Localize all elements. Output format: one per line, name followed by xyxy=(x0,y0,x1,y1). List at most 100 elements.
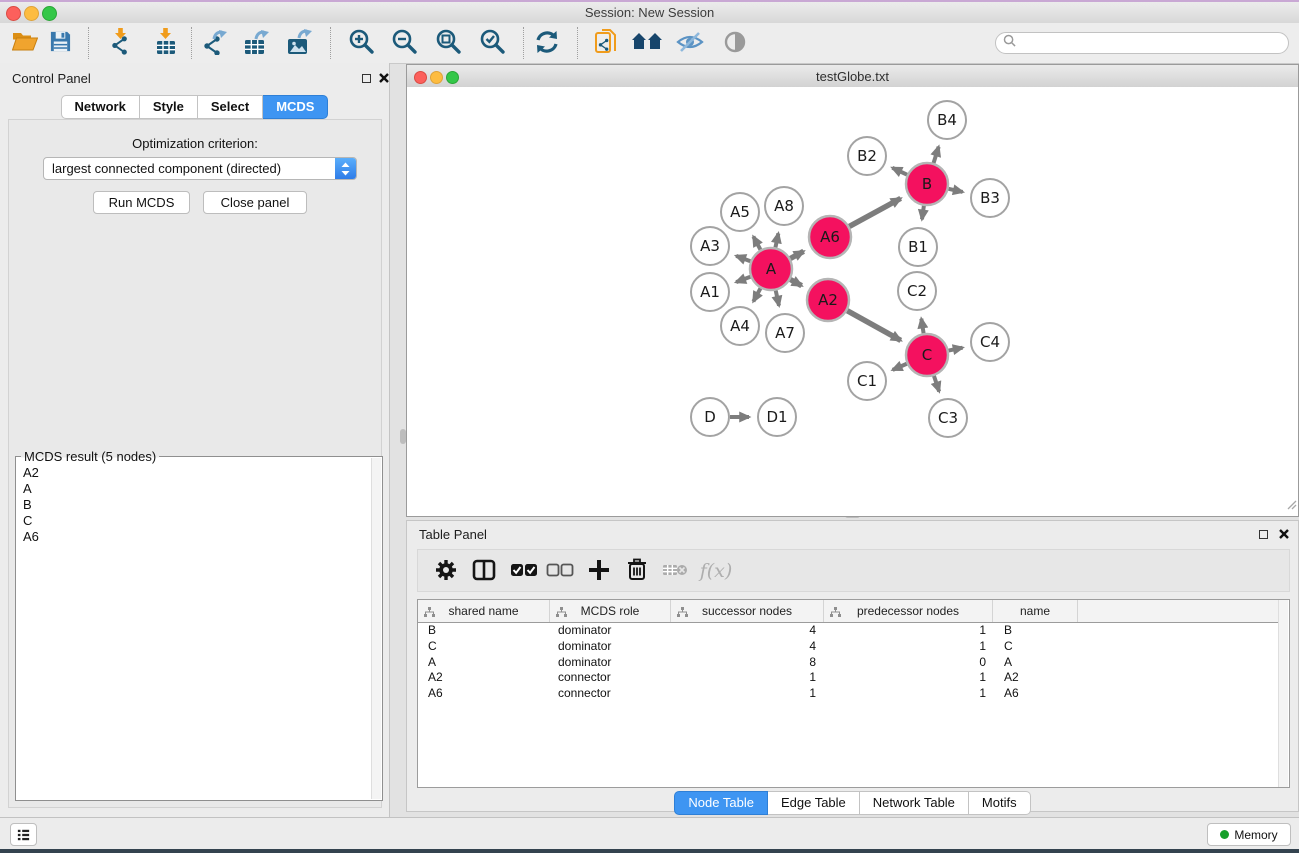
graph-node-A5[interactable]: A5 xyxy=(721,193,759,231)
table-cell[interactable]: connector xyxy=(550,685,671,701)
zoom-fit-button[interactable] xyxy=(431,27,465,59)
export-table-button[interactable] xyxy=(240,27,274,59)
network-view-window[interactable]: testGlobe.txt AA1A2A3A4A5A6A7A8BB1B2B3B4… xyxy=(406,64,1299,517)
table-scrollbar[interactable] xyxy=(1278,600,1288,787)
edge-A-A8[interactable] xyxy=(775,233,778,247)
table-settings-button[interactable] xyxy=(429,555,463,587)
table-cell[interactable]: 1 xyxy=(671,685,824,701)
mcds-result-item[interactable]: A2 xyxy=(17,465,372,481)
table-cell[interactable]: 1 xyxy=(824,669,993,685)
graph-node-B1[interactable]: B1 xyxy=(899,228,937,266)
add-column-button[interactable] xyxy=(582,555,616,587)
function-builder-button[interactable]: f(x) xyxy=(696,555,736,587)
table-row-A6[interactable]: A6connector11A6 xyxy=(418,685,1280,701)
run-mcds-button[interactable]: Run MCDS xyxy=(93,191,190,214)
save-session-button[interactable] xyxy=(43,27,77,59)
zoom-out-button[interactable] xyxy=(387,27,421,59)
edge-C-C3[interactable] xyxy=(934,376,939,392)
tab-network[interactable]: Network xyxy=(61,95,140,119)
mcds-result-item[interactable]: A xyxy=(17,481,372,497)
tab-network-table[interactable]: Network Table xyxy=(860,791,969,815)
graph-node-A7[interactable]: A7 xyxy=(766,314,804,352)
table-panel-float-icon[interactable] xyxy=(1259,530,1268,539)
deselect-all-check-button[interactable] xyxy=(543,555,577,587)
table-cell[interactable]: 4 xyxy=(671,638,824,654)
column-header-successor-nodes[interactable]: successor nodes xyxy=(671,600,824,622)
table-cell[interactable]: dominator xyxy=(550,622,671,638)
graph-node-A3[interactable]: A3 xyxy=(691,227,729,265)
table-panel-close-icon[interactable] xyxy=(1277,528,1290,541)
table-cell[interactable]: 1 xyxy=(824,622,993,638)
control-panel-float-icon[interactable] xyxy=(362,74,371,83)
refresh-network-button[interactable] xyxy=(530,27,564,59)
graph-node-C4[interactable]: C4 xyxy=(971,323,1009,361)
graph-node-B3[interactable]: B3 xyxy=(971,179,1009,217)
graph-node-B4[interactable]: B4 xyxy=(928,101,966,139)
graph-node-C1[interactable]: C1 xyxy=(848,362,886,400)
table-cell[interactable]: A6 xyxy=(418,685,550,701)
tab-edge-table[interactable]: Edge Table xyxy=(768,791,860,815)
show-panels-button[interactable] xyxy=(10,823,37,846)
tab-mcds[interactable]: MCDS xyxy=(263,95,328,119)
tab-style[interactable]: Style xyxy=(140,95,198,119)
import-table-button[interactable] xyxy=(149,27,183,59)
network-canvas[interactable]: AA1A2A3A4A5A6A7A8BB1B2B3B4CC1C2C3C4DD1 xyxy=(407,87,1298,516)
graph-node-C2[interactable]: C2 xyxy=(898,272,936,310)
resize-grip-icon[interactable] xyxy=(1285,497,1297,515)
graph-node-A4[interactable]: A4 xyxy=(721,307,759,345)
table-cell[interactable]: 1 xyxy=(671,669,824,685)
graph-node-A8[interactable]: A8 xyxy=(765,187,803,225)
table-cell[interactable]: A2 xyxy=(418,669,550,685)
edge-A-A6[interactable] xyxy=(790,251,803,258)
edge-A-A1[interactable] xyxy=(736,277,750,282)
edge-C-C4[interactable] xyxy=(949,348,963,351)
column-header-MCDS-role[interactable]: MCDS role xyxy=(550,600,671,622)
hide-selected-button[interactable] xyxy=(673,27,707,59)
table-cell[interactable]: B xyxy=(993,622,1078,638)
search-field[interactable] xyxy=(995,32,1289,54)
search-input[interactable] xyxy=(1020,35,1288,51)
table-cell[interactable]: C xyxy=(418,638,550,654)
control-panel-close-icon[interactable] xyxy=(377,72,390,85)
column-header-predecessor-nodes[interactable]: predecessor nodes xyxy=(824,600,993,622)
export-network-button[interactable] xyxy=(198,27,232,59)
edge-C-C1[interactable] xyxy=(893,364,907,370)
graph-node-D[interactable]: D xyxy=(691,398,729,436)
edge-B-B1[interactable] xyxy=(922,206,924,220)
graph-node-C3[interactable]: C3 xyxy=(929,399,967,437)
export-image-button[interactable] xyxy=(283,27,317,59)
table-cell[interactable]: A xyxy=(993,654,1078,670)
table-cell[interactable]: dominator xyxy=(550,638,671,654)
edge-C-C2[interactable] xyxy=(921,319,923,334)
graph-node-A1[interactable]: A1 xyxy=(691,273,729,311)
network-graph[interactable]: AA1A2A3A4A5A6A7A8BB1B2B3B4CC1C2C3C4DD1 xyxy=(407,87,1298,516)
graph-node-B2[interactable]: B2 xyxy=(848,137,886,175)
table-cell[interactable]: A xyxy=(418,654,550,670)
table-row-A2[interactable]: A2connector11A2 xyxy=(418,669,1280,685)
table-cell[interactable]: 1 xyxy=(824,638,993,654)
delete-table-button[interactable] xyxy=(658,555,692,587)
graph-node-A6[interactable]: A6 xyxy=(809,216,851,258)
show-columns-button[interactable] xyxy=(467,555,501,587)
edge-A-A3[interactable] xyxy=(736,256,750,261)
tab-node-table[interactable]: Node Table xyxy=(674,791,768,815)
table-cell[interactable]: B xyxy=(418,622,550,638)
edge-B-B2[interactable] xyxy=(892,168,907,175)
edge-A-A5[interactable] xyxy=(753,237,760,250)
edge-A2-C[interactable] xyxy=(847,311,901,341)
table-cell[interactable]: 4 xyxy=(671,622,824,638)
graph-node-B[interactable]: B xyxy=(906,163,948,205)
clone-network-button[interactable] xyxy=(590,27,624,59)
table-cell[interactable]: dominator xyxy=(550,654,671,670)
table-cell[interactable]: C xyxy=(993,638,1078,654)
edge-A-A7[interactable] xyxy=(776,290,779,305)
zoom-in-button[interactable] xyxy=(344,27,378,59)
zoom-selected-button[interactable] xyxy=(475,27,509,59)
edge-B-B3[interactable] xyxy=(948,189,962,192)
graph-node-C[interactable]: C xyxy=(906,334,948,376)
memory-button[interactable]: Memory xyxy=(1207,823,1291,846)
table-cell[interactable]: 0 xyxy=(824,654,993,670)
table-cell[interactable]: A2 xyxy=(993,669,1078,685)
tab-select[interactable]: Select xyxy=(198,95,263,119)
network-window-titlebar[interactable]: testGlobe.txt xyxy=(407,65,1298,88)
